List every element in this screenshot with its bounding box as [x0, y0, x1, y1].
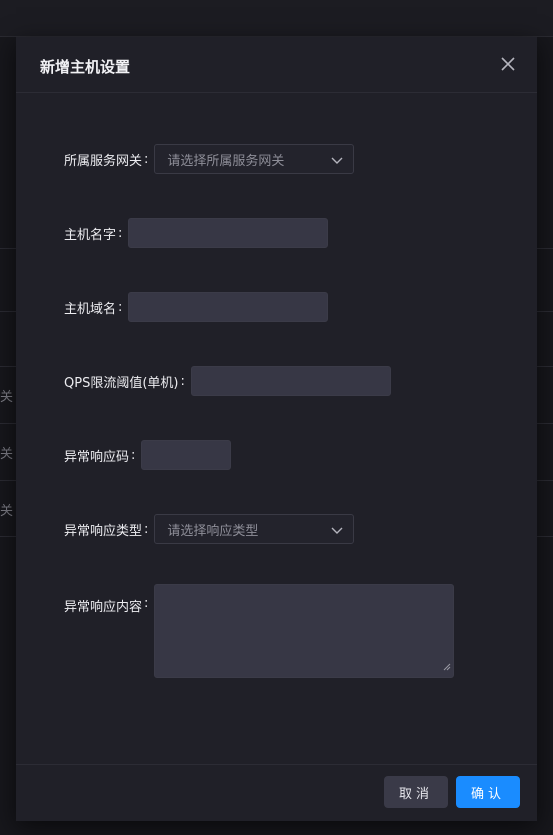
gateway-label: 所属服务网关 [64, 153, 143, 169]
error-type-label: 异常响应类型 [64, 523, 143, 539]
error-content-field: 异常响应内容 : [64, 584, 455, 678]
qps-colon: : [180, 373, 185, 389]
dialog-title: 新增主机设置 [40, 58, 131, 76]
error-type-placeholder: 请选择响应类型 [167, 523, 259, 539]
background-header [0, 0, 553, 37]
error-code-input[interactable] [141, 440, 232, 470]
confirm-button[interactable]: 确认 [456, 776, 520, 808]
error-type-field: 异常响应类型 : 请选择响应类型 [64, 514, 355, 544]
qps-input[interactable] [190, 366, 391, 396]
chevron-down-icon [331, 150, 343, 169]
chevron-down-icon [331, 520, 343, 539]
error-content-label: 异常响应内容 [64, 600, 143, 615]
error-code-field: 异常响应码 : [64, 440, 232, 470]
host-name-label: 主机名字 [64, 227, 117, 243]
qps-label: QPS限流阈值(单机) [64, 375, 179, 391]
host-name-field: 主机名字 : [64, 218, 329, 248]
host-name-colon: : [118, 225, 123, 241]
error-type-select[interactable]: 请选择响应类型 [154, 514, 355, 544]
gateway-placeholder: 请选择所属服务网关 [167, 153, 285, 169]
resize-handle-icon[interactable] [443, 656, 451, 675]
gateway-select[interactable]: 请选择所属服务网关 [154, 144, 355, 174]
gateway-field: 所属服务网关 : 请选择所属服务网关 [64, 144, 355, 174]
error-content-colon: : [144, 596, 149, 611]
background-row-text: 关 [0, 504, 14, 519]
error-code-label: 异常响应码 [64, 449, 130, 465]
close-icon[interactable] [499, 55, 517, 73]
background-row-text: 关 [0, 447, 14, 462]
host-domain-input[interactable] [128, 292, 329, 322]
error-type-colon: : [144, 521, 149, 537]
background-row-text: 关 [0, 390, 14, 405]
error-code-colon: : [131, 447, 136, 463]
host-domain-label: 主机域名 [64, 301, 117, 317]
cancel-button[interactable]: 取消 [384, 776, 448, 808]
qps-field: QPS限流阈值(单机) : [64, 366, 391, 396]
dialog-footer: 取消 确认 [16, 764, 537, 822]
host-domain-field: 主机域名 : [64, 292, 329, 322]
dialog-header: 新增主机设置 [16, 37, 537, 93]
host-domain-colon: : [118, 299, 123, 315]
host-name-input[interactable] [128, 218, 329, 248]
gateway-colon: : [144, 151, 149, 167]
add-host-dialog: 新增主机设置 所属服务网关 : 请选择所属服务网关 主机名字 : 主机域名 : … [16, 37, 537, 821]
error-content-textarea[interactable] [154, 584, 455, 678]
